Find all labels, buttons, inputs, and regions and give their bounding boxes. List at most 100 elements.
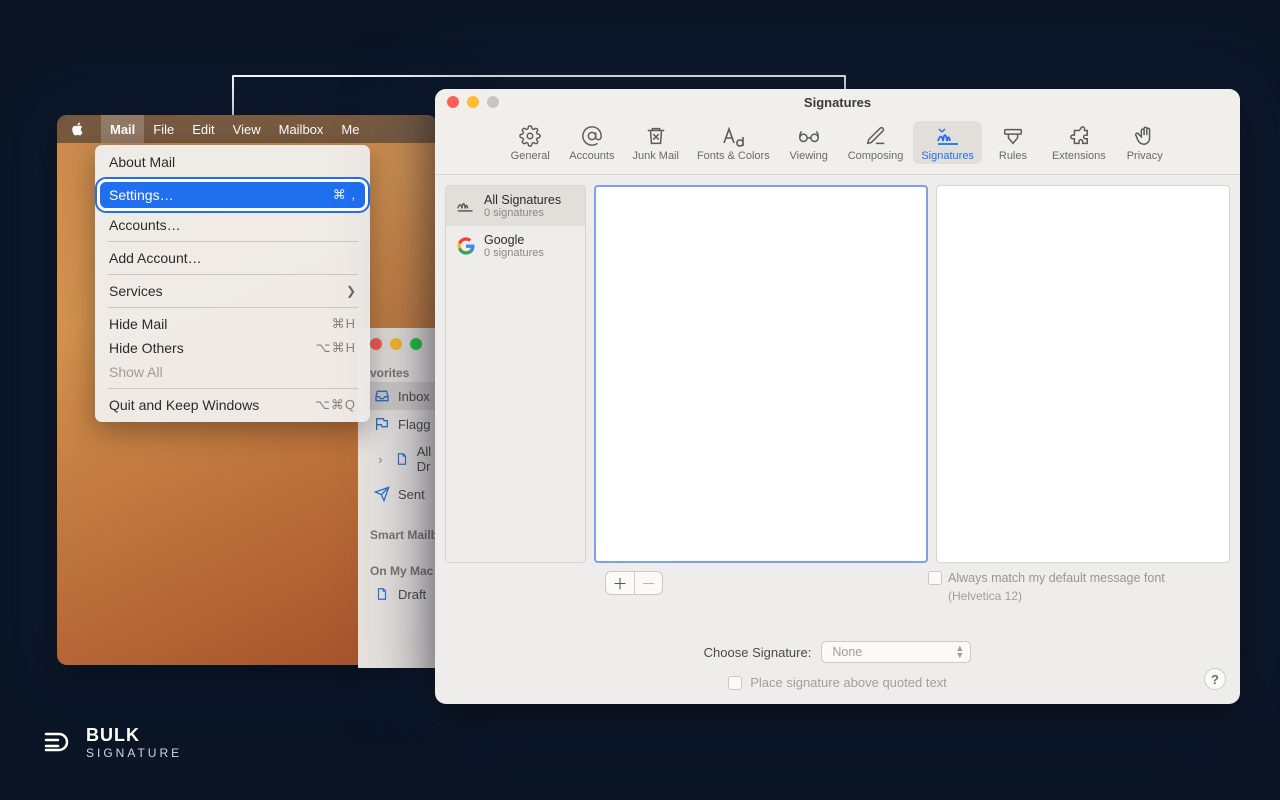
inbox-icon bbox=[374, 388, 390, 404]
prefs-toolbar: General Accounts Junk Mail Fonts & Color… bbox=[435, 115, 1240, 175]
tab-label: Rules bbox=[999, 150, 1027, 162]
checkbox-icon bbox=[928, 571, 942, 585]
brand: BULK SIGNATURE bbox=[38, 724, 182, 760]
brand-sub: SIGNATURE bbox=[86, 746, 182, 760]
menu-view[interactable]: View bbox=[224, 115, 270, 143]
menu-add-account[interactable]: Add Account… bbox=[95, 246, 370, 270]
rules-icon bbox=[1001, 125, 1025, 147]
help-button[interactable]: ? bbox=[1204, 668, 1226, 690]
minimize-icon[interactable] bbox=[467, 96, 479, 108]
chevron-right-icon: ❯ bbox=[346, 284, 356, 298]
menu-services[interactable]: Services❯ bbox=[95, 279, 370, 303]
account-name: Google bbox=[484, 233, 544, 247]
place-above-checkbox: Place signature above quoted text bbox=[728, 675, 947, 690]
choose-signature-label: Choose Signature: bbox=[704, 645, 812, 660]
menu-message-truncated[interactable]: Me bbox=[332, 115, 368, 143]
menu-hide-mail[interactable]: Hide Mail⌘H bbox=[95, 312, 370, 336]
choose-signature-select: None ▲▼ bbox=[821, 641, 971, 663]
tab-label: General bbox=[511, 150, 550, 162]
shortcut-label: ⌥⌘Q bbox=[315, 397, 356, 413]
preferences-window: Signatures General Accounts Junk Mail Fo… bbox=[435, 89, 1240, 704]
checkbox-icon bbox=[728, 676, 742, 690]
tab-signatures[interactable]: Signatures bbox=[913, 121, 982, 164]
select-value: None bbox=[832, 645, 862, 659]
at-icon bbox=[580, 125, 604, 147]
menu-edit[interactable]: Edit bbox=[183, 115, 223, 143]
menu-hide-others[interactable]: Hide Others⌥⌘H bbox=[95, 336, 370, 360]
close-icon[interactable] bbox=[370, 338, 382, 350]
prefs-footer: Choose Signature: None ▲▼ Place signatur… bbox=[435, 623, 1240, 704]
traffic-lights-prefs bbox=[447, 96, 499, 108]
signature-icon bbox=[936, 125, 960, 147]
compose-icon bbox=[864, 125, 888, 147]
prefs-body: All Signatures 0 signatures Google 0 sig… bbox=[435, 175, 1240, 623]
separator bbox=[107, 274, 358, 275]
tab-label: Viewing bbox=[790, 150, 828, 162]
tab-viewing[interactable]: Viewing bbox=[780, 121, 838, 164]
tab-label: Privacy bbox=[1127, 150, 1163, 162]
add-signature-button[interactable]: ＋ bbox=[606, 572, 634, 594]
menu-settings[interactable]: Settings… ⌘ , bbox=[101, 183, 364, 207]
window-title: Signatures bbox=[804, 95, 871, 110]
checkbox-label: Place signature above quoted text bbox=[750, 675, 947, 690]
tab-label: Junk Mail bbox=[632, 150, 678, 162]
mail-menu-dropdown: About Mail Settings… ⌘ , Accounts… Add A… bbox=[95, 145, 370, 422]
menu-file[interactable]: File bbox=[144, 115, 183, 143]
paperplane-icon bbox=[374, 486, 390, 502]
puzzle-icon bbox=[1067, 125, 1091, 147]
apple-icon[interactable] bbox=[71, 122, 101, 136]
signature-preview-column[interactable] bbox=[936, 185, 1230, 563]
tab-rules[interactable]: Rules bbox=[984, 121, 1042, 164]
tab-fonts[interactable]: Fonts & Colors bbox=[689, 121, 778, 164]
account-google[interactable]: Google 0 signatures bbox=[446, 226, 585, 266]
account-name: All Signatures bbox=[484, 193, 561, 207]
menubar: Mail File Edit View Mailbox Me bbox=[57, 115, 437, 143]
shortcut-label: ⌘H bbox=[332, 316, 356, 332]
google-icon bbox=[456, 236, 476, 256]
tab-accounts[interactable]: Accounts bbox=[561, 121, 622, 164]
tab-label: Fonts & Colors bbox=[697, 150, 770, 162]
sidebar-item-label: Flagg bbox=[398, 417, 431, 432]
tab-label: Composing bbox=[848, 150, 904, 162]
tab-general[interactable]: General bbox=[501, 121, 559, 164]
tab-privacy[interactable]: Privacy bbox=[1116, 121, 1174, 164]
close-icon[interactable] bbox=[447, 96, 459, 108]
checkbox-label: Always match my default message font bbox=[948, 571, 1165, 585]
shortcut-label: ⌥⌘H bbox=[316, 340, 356, 356]
account-sub: 0 signatures bbox=[484, 207, 561, 219]
minimize-icon[interactable] bbox=[390, 338, 402, 350]
tab-junk[interactable]: Junk Mail bbox=[624, 121, 686, 164]
sidebar-item-label: Sent bbox=[398, 487, 425, 502]
always-match-font-checkbox: Always match my default message font bbox=[928, 571, 1228, 585]
tab-extensions[interactable]: Extensions bbox=[1044, 121, 1114, 164]
menu-mail[interactable]: Mail bbox=[101, 115, 144, 143]
gear-icon bbox=[518, 125, 542, 147]
account-all-signatures[interactable]: All Signatures 0 signatures bbox=[446, 186, 585, 226]
brand-name: BULK bbox=[86, 725, 182, 746]
signature-icon bbox=[456, 196, 476, 216]
zoom-icon bbox=[487, 96, 499, 108]
separator bbox=[107, 307, 358, 308]
menu-settings-label: Settings… bbox=[109, 187, 174, 203]
document-icon bbox=[374, 586, 390, 602]
tab-label: Accounts bbox=[569, 150, 614, 162]
menu-quit[interactable]: Quit and Keep Windows⌥⌘Q bbox=[95, 393, 370, 417]
tab-composing[interactable]: Composing bbox=[840, 121, 912, 164]
hand-icon bbox=[1133, 125, 1157, 147]
remove-signature-button: － bbox=[634, 572, 662, 594]
signature-list-column[interactable] bbox=[594, 185, 928, 563]
tab-label: Signatures bbox=[921, 150, 974, 162]
font-icon bbox=[721, 125, 745, 147]
sidebar-item-label: Draft bbox=[398, 587, 426, 602]
font-hint: (Helvetica 12) bbox=[928, 589, 1228, 603]
zoom-icon[interactable] bbox=[410, 338, 422, 350]
account-sub: 0 signatures bbox=[484, 247, 544, 259]
menu-about-mail[interactable]: About Mail bbox=[95, 150, 370, 174]
brand-logo-icon bbox=[38, 724, 74, 760]
flag-icon bbox=[374, 416, 390, 432]
document-icon bbox=[395, 451, 409, 467]
menu-show-all: Show All bbox=[95, 360, 370, 384]
menu-mailbox[interactable]: Mailbox bbox=[270, 115, 333, 143]
menu-accounts[interactable]: Accounts… bbox=[95, 213, 370, 237]
prefs-titlebar: Signatures bbox=[435, 89, 1240, 115]
